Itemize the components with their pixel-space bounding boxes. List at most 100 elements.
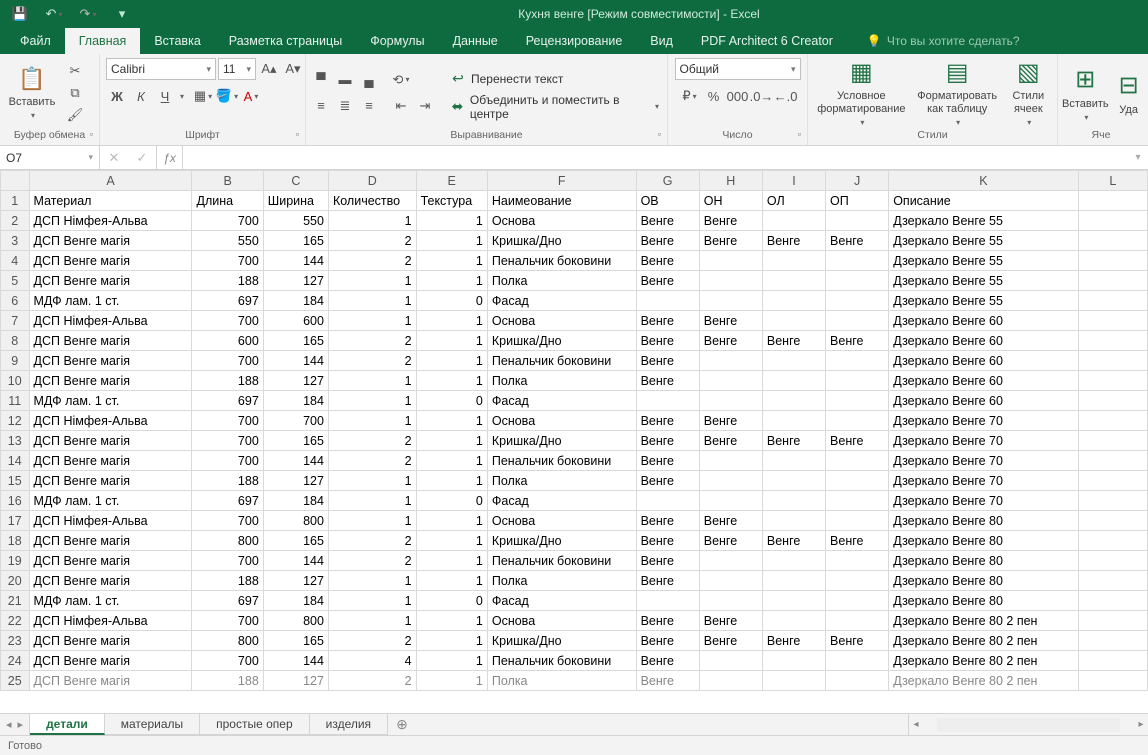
cell-D17[interactable]: 1: [328, 511, 416, 531]
cell-J2[interactable]: [826, 211, 889, 231]
cell-G12[interactable]: Венге: [636, 411, 699, 431]
cell-B9[interactable]: 700: [192, 351, 263, 371]
column-header-D[interactable]: D: [328, 171, 416, 191]
cell-L13[interactable]: [1078, 431, 1147, 451]
cell-L12[interactable]: [1078, 411, 1147, 431]
cell-F21[interactable]: Фасад: [487, 591, 636, 611]
cell-L9[interactable]: [1078, 351, 1147, 371]
cell-B17[interactable]: 700: [192, 511, 263, 531]
cell-H20[interactable]: [699, 571, 762, 591]
cell-B13[interactable]: 700: [192, 431, 263, 451]
cell-J11[interactable]: [826, 391, 889, 411]
cell-B15[interactable]: 188: [192, 471, 263, 491]
cell-D7[interactable]: 1: [328, 311, 416, 331]
increase-decimal-button[interactable]: .0→: [751, 86, 773, 106]
cell-E4[interactable]: 1: [416, 251, 487, 271]
cell-C10[interactable]: 127: [263, 371, 328, 391]
cell-L24[interactable]: [1078, 651, 1147, 671]
cell-A15[interactable]: ДСП Венге магія: [29, 471, 192, 491]
cell-E3[interactable]: 1: [416, 231, 487, 251]
tab-nav-last-button[interactable]: ▸: [18, 718, 24, 731]
cell-H6[interactable]: [699, 291, 762, 311]
cell-E5[interactable]: 1: [416, 271, 487, 291]
new-sheet-button[interactable]: ⊕: [388, 714, 416, 735]
sheet-tab-simple-ops[interactable]: простые опер: [200, 714, 310, 735]
cell-C17[interactable]: 800: [263, 511, 328, 531]
tab-file[interactable]: Файл: [6, 28, 65, 54]
cell-C5[interactable]: 127: [263, 271, 328, 291]
cell-A3[interactable]: ДСП Венге магія: [29, 231, 192, 251]
cell-A5[interactable]: ДСП Венге магія: [29, 271, 192, 291]
sheet-tab-details[interactable]: детали: [30, 714, 105, 735]
cell-C7[interactable]: 600: [263, 311, 328, 331]
delete-cells-button[interactable]: ⊟ Уда: [1113, 61, 1145, 125]
cell-B4[interactable]: 700: [192, 251, 263, 271]
cell-D6[interactable]: 1: [328, 291, 416, 311]
cell-I22[interactable]: [762, 611, 825, 631]
cell-K13[interactable]: Дзеркало Венге 70: [889, 431, 1078, 451]
cell-F2[interactable]: Основа: [487, 211, 636, 231]
number-format-select[interactable]: Общий▾: [675, 58, 801, 80]
cell-J16[interactable]: [826, 491, 889, 511]
cell-F12[interactable]: Основа: [487, 411, 636, 431]
cell-A17[interactable]: ДСП Німфея-Альва: [29, 511, 192, 531]
cell-H8[interactable]: Венге: [699, 331, 762, 351]
cell-F1[interactable]: Наимеование: [487, 191, 636, 211]
cell-G24[interactable]: Венге: [636, 651, 699, 671]
cell-L4[interactable]: [1078, 251, 1147, 271]
cell-D19[interactable]: 2: [328, 551, 416, 571]
cell-F23[interactable]: Кришка/Дно: [487, 631, 636, 651]
cell-B25[interactable]: 188: [192, 671, 263, 691]
cell-E25[interactable]: 1: [416, 671, 487, 691]
cell-H16[interactable]: [699, 491, 762, 511]
cell-J22[interactable]: [826, 611, 889, 631]
cell-D15[interactable]: 1: [328, 471, 416, 491]
cell-C20[interactable]: 127: [263, 571, 328, 591]
cell-I1[interactable]: ОЛ: [762, 191, 825, 211]
cell-I25[interactable]: [762, 671, 825, 691]
column-header-C[interactable]: C: [263, 171, 328, 191]
cell-J17[interactable]: [826, 511, 889, 531]
underline-button[interactable]: Ч: [154, 86, 176, 106]
cell-J21[interactable]: [826, 591, 889, 611]
cell-D9[interactable]: 2: [328, 351, 416, 371]
cell-H3[interactable]: Венге: [699, 231, 762, 251]
cell-G22[interactable]: Венге: [636, 611, 699, 631]
cell-A12[interactable]: ДСП Німфея-Альва: [29, 411, 192, 431]
cell-D18[interactable]: 2: [328, 531, 416, 551]
name-box[interactable]: O7 ▾: [0, 146, 100, 169]
cell-J6[interactable]: [826, 291, 889, 311]
cell-G14[interactable]: Венге: [636, 451, 699, 471]
cell-H2[interactable]: Венге: [699, 211, 762, 231]
cell-E17[interactable]: 1: [416, 511, 487, 531]
dialog-launcher-icon[interactable]: ▫: [798, 129, 801, 139]
cell-K25[interactable]: Дзеркало Венге 80 2 пен: [889, 671, 1078, 691]
cell-I16[interactable]: [762, 491, 825, 511]
cell-I6[interactable]: [762, 291, 825, 311]
row-header-22[interactable]: 22: [1, 611, 30, 631]
cell-K11[interactable]: Дзеркало Венге 60: [889, 391, 1078, 411]
cell-H4[interactable]: [699, 251, 762, 271]
cell-L8[interactable]: [1078, 331, 1147, 351]
cell-F6[interactable]: Фасад: [487, 291, 636, 311]
row-header-25[interactable]: 25: [1, 671, 30, 691]
cell-G19[interactable]: Венге: [636, 551, 699, 571]
column-header-J[interactable]: J: [826, 171, 889, 191]
cell-E22[interactable]: 1: [416, 611, 487, 631]
align-center-button[interactable]: ≣: [334, 96, 356, 116]
cell-H23[interactable]: Венге: [699, 631, 762, 651]
cell-H11[interactable]: [699, 391, 762, 411]
cell-I19[interactable]: [762, 551, 825, 571]
cell-B1[interactable]: Длина: [192, 191, 263, 211]
cell-C21[interactable]: 184: [263, 591, 328, 611]
column-header-K[interactable]: K: [889, 171, 1078, 191]
cell-L14[interactable]: [1078, 451, 1147, 471]
tab-home[interactable]: Главная: [65, 28, 141, 54]
column-header-A[interactable]: A: [29, 171, 192, 191]
column-header-I[interactable]: I: [762, 171, 825, 191]
cell-A4[interactable]: ДСП Венге магія: [29, 251, 192, 271]
cell-F25[interactable]: Полка: [487, 671, 636, 691]
column-header-E[interactable]: E: [416, 171, 487, 191]
cell-I4[interactable]: [762, 251, 825, 271]
cell-K16[interactable]: Дзеркало Венге 70: [889, 491, 1078, 511]
